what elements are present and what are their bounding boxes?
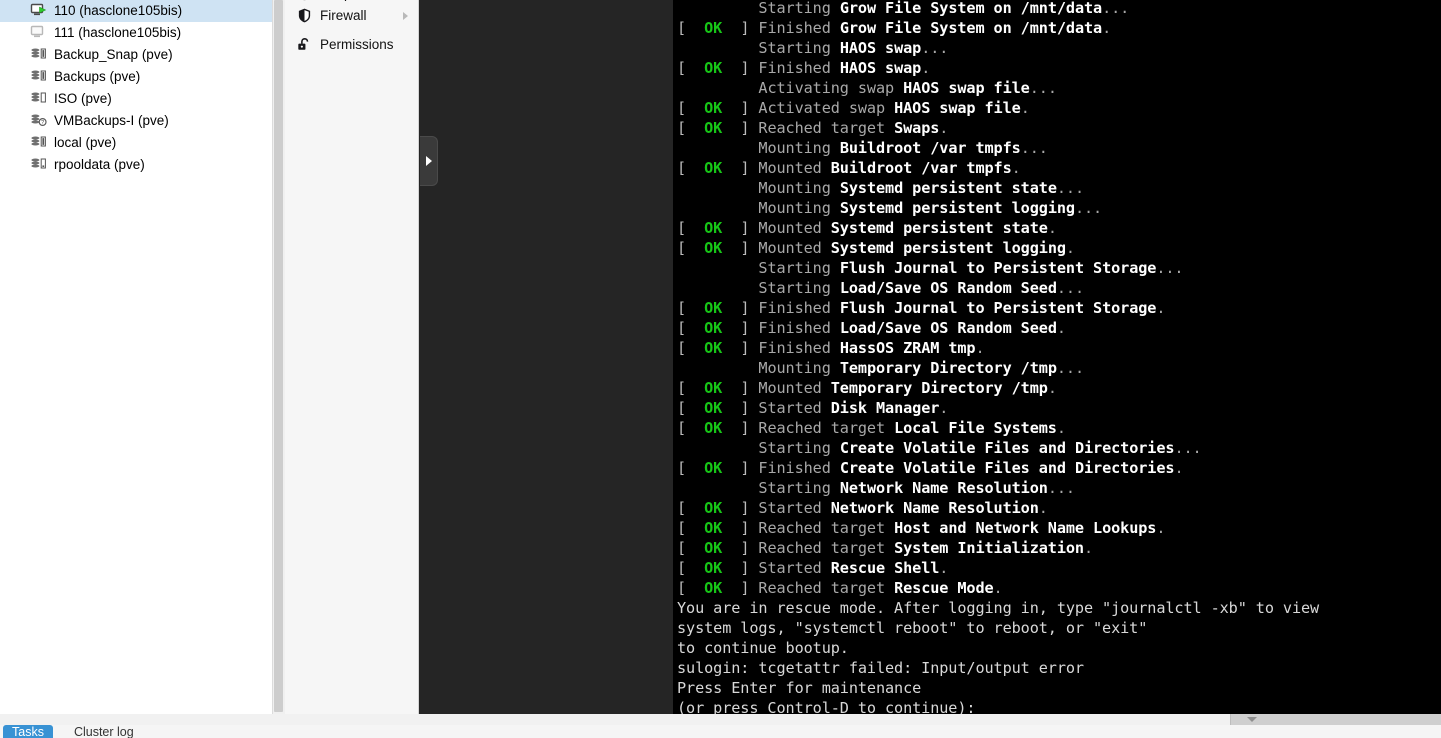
vm-running-icon [28, 2, 50, 20]
console-line: Starting Flush Journal to Persistent Sto… [758, 259, 1184, 277]
console-output: Starting Grow File System on /mnt/data..… [677, 0, 1437, 714]
proxmox-console-window: 110 (hasclone105bis) 111 (hasclone105bis)… [0, 0, 1441, 738]
chevron-right-icon [425, 156, 432, 166]
console-line: [ OK ] Reached target Swaps. [677, 119, 949, 137]
storage-unknown-icon: ? [28, 112, 50, 130]
scrollbar-thumb[interactable] [274, 0, 283, 712]
vm-menu-list: SnapshotsFirewallPermissions [285, 0, 418, 59]
console-line: [ OK ] Finished Load/Save OS Random Seed… [677, 319, 1066, 337]
console-line: [ OK ] Finished HassOS ZRAM tmp. [677, 339, 985, 357]
console-line: [ OK ] Mounted Buildroot /var tmpfs. [677, 159, 1021, 177]
novnc-console-screen[interactable]: Starting Grow File System on /mnt/data..… [673, 0, 1441, 714]
tab-cluster-log[interactable]: Cluster log [74, 725, 134, 738]
tree-item-label: Backups (pve) [54, 69, 141, 85]
console-line: [ OK ] Reached target Rescue Mode. [677, 579, 1003, 597]
console-line: [ OK ] Reached target System Initializat… [677, 539, 1094, 557]
console-line: Starting Grow File System on /mnt/data..… [758, 0, 1130, 17]
tree-item-label: rpooldata (pve) [54, 157, 145, 173]
console-line: Mounting Systemd persistent logging... [758, 199, 1103, 217]
console-message-line: Press Enter for maintenance [677, 679, 922, 697]
tree-item-label: 111 (hasclone105bis) [54, 25, 182, 41]
sidebar-collapse-handle[interactable] [420, 136, 438, 186]
unlock-icon [294, 36, 314, 54]
resource-tree-list: 110 (hasclone105bis) 111 (hasclone105bis)… [0, 0, 272, 176]
tree-item-111[interactable]: 111 (hasclone105bis) [0, 22, 272, 44]
console-line: Starting Load/Save OS Random Seed... [758, 279, 1085, 297]
chevron-right-icon [403, 11, 408, 20]
console-message-line: (or press Control-D to continue): [677, 699, 976, 714]
tree-item-label: local (pve) [54, 135, 117, 151]
console-line: [ OK ] Finished HAOS swap. [677, 59, 931, 77]
console-message-line: system logs, "systemctl reboot" to reboo… [677, 619, 1148, 637]
console-line: [ OK ] Mounted Temporary Directory /tmp. [677, 379, 1057, 397]
menu-item-permissions[interactable]: Permissions [285, 30, 418, 59]
storage-low-icon [28, 156, 50, 174]
console-line: [ OK ] Started Disk Manager. [677, 399, 949, 417]
console-container: Starting Grow File System on /mnt/data..… [419, 0, 1441, 714]
menu-item-firewall[interactable]: Firewall [285, 1, 418, 30]
tree-item-rpooldata[interactable]: rpooldata (pve) [0, 154, 272, 176]
console-line: [ OK ] Mounted Systemd persistent state. [677, 219, 1057, 237]
console-line: [ OK ] Finished Flush Journal to Persist… [677, 299, 1166, 317]
scrollbar-thumb-horizontal[interactable] [0, 714, 1231, 725]
horizontal-scrollbar[interactable] [0, 714, 1441, 725]
shield-icon [294, 7, 314, 25]
console-line: [ OK ] Finished Create Volatile Files an… [677, 459, 1184, 477]
tab-tasks[interactable]: Tasks [3, 725, 53, 738]
bottom-tab-bar: Tasks Cluster log [0, 725, 1441, 738]
tree-item-backups[interactable]: Backups (pve) [0, 66, 272, 88]
console-line: Starting Create Volatile Files and Direc… [758, 439, 1202, 457]
chevron-down-icon[interactable] [1247, 717, 1257, 722]
menu-item-label: Firewall [320, 8, 367, 23]
console-line: Activating swap HAOS swap file... [758, 79, 1057, 97]
console-message-line: sulogin: tcgetattr failed: Input/output … [677, 659, 1084, 677]
console-line: [ OK ] Started Network Name Resolution. [677, 499, 1048, 517]
tree-item-vmbackups-i[interactable]: ? VMBackups-I (pve) [0, 110, 272, 132]
svg-text:?: ? [41, 120, 44, 126]
tree-item-label: VMBackups-I (pve) [54, 113, 169, 129]
console-line: [ OK ] Reached target Local File Systems… [677, 419, 1066, 437]
console-line: Starting HAOS swap... [758, 39, 949, 57]
resource-tree-vertical-scrollbar[interactable] [272, 0, 286, 714]
console-message-line: You are in rescue mode. After logging in… [677, 599, 1320, 617]
storage-empty-icon [28, 90, 50, 108]
console-line: Starting Network Name Resolution... [758, 479, 1075, 497]
vm-menu-panel: SnapshotsFirewallPermissions [285, 0, 419, 714]
console-line: [ OK ] Started Rescue Shell. [677, 559, 949, 577]
console-line: Mounting Temporary Directory /tmp... [758, 359, 1085, 377]
tree-item-label: 110 (hasclone105bis) [54, 3, 183, 19]
tree-item-backup-snap[interactable]: Backup_Snap (pve) [0, 44, 272, 66]
tree-item-label: ISO (pve) [54, 91, 112, 107]
console-line: Mounting Buildroot /var tmpfs... [758, 139, 1048, 157]
tree-item-local[interactable]: local (pve) [0, 132, 272, 154]
console-line: [ OK ] Finished Grow File System on /mnt… [677, 19, 1112, 37]
vm-stopped-icon [28, 24, 50, 42]
tree-item-110[interactable]: 110 (hasclone105bis) [0, 0, 272, 22]
console-message-line: to continue bootup. [677, 639, 849, 657]
menu-item-label: Permissions [320, 37, 394, 52]
console-line: [ OK ] Mounted Systemd persistent loggin… [677, 239, 1075, 257]
tree-item-iso[interactable]: ISO (pve) [0, 88, 272, 110]
console-line: [ OK ] Reached target Host and Network N… [677, 519, 1166, 537]
resource-tree-panel: 110 (hasclone105bis) 111 (hasclone105bis)… [0, 0, 272, 714]
storage-full-icon [28, 68, 50, 86]
storage-full-icon [28, 134, 50, 152]
console-line: [ OK ] Activated swap HAOS swap file. [677, 99, 1030, 117]
storage-full-icon [28, 46, 50, 64]
tree-item-label: Backup_Snap (pve) [54, 47, 173, 63]
console-line: Mounting Systemd persistent state... [758, 179, 1085, 197]
